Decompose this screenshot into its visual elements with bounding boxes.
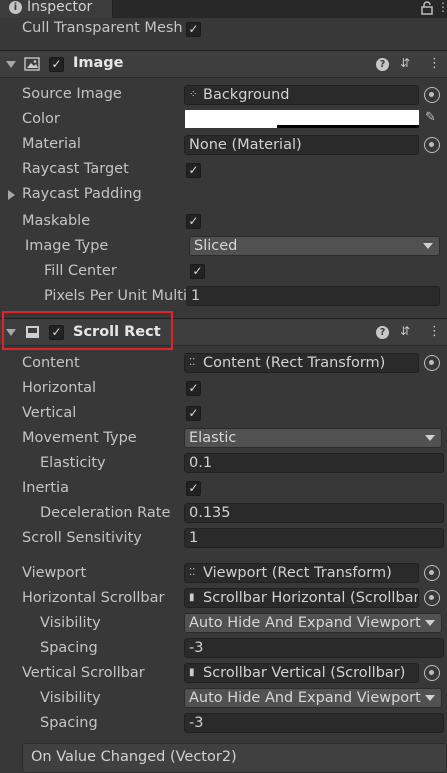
info-icon: i (9, 1, 22, 14)
image-component-icon (24, 57, 40, 71)
color-label: Color (22, 111, 60, 127)
movement-type-label: Movement Type (22, 430, 137, 446)
dropdown-arrow-icon (425, 695, 435, 701)
on-value-changed-label: On Value Changed (Vector2) (31, 749, 237, 765)
presets-icon[interactable]: ⇵ (400, 325, 413, 338)
rect-transform-icon: ⁚⁚ (189, 357, 196, 368)
eyedropper-icon[interactable]: ✎ (425, 110, 441, 126)
vertical-visibility-dropdown[interactable]: Auto Hide And Expand Viewport (184, 688, 442, 708)
movement-type-value: Elastic (189, 430, 237, 446)
deceleration-rate-field[interactable]: 0.135 (184, 503, 444, 523)
alpha-bar (277, 125, 419, 128)
image-type-label: Image Type (25, 238, 109, 254)
content-label: Content (22, 355, 80, 371)
image-enabled-checkbox[interactable]: ✓ (49, 57, 64, 72)
scrollbar-icon: ▮ (189, 667, 195, 678)
source-image-label: Source Image (22, 86, 122, 102)
horizontal-visibility-value: Auto Hide And Expand Viewport (189, 615, 421, 631)
raycast-padding-label[interactable]: Raycast Padding (22, 186, 142, 202)
fill-center-label: Fill Center (44, 263, 117, 279)
content-picker-icon[interactable] (424, 355, 440, 371)
tab-inspector-label: Inspector (27, 0, 93, 15)
dropdown-arrow-icon (425, 620, 435, 626)
vertical-label: Vertical (22, 405, 77, 421)
scroll-sensitivity-label: Scroll Sensitivity (22, 530, 142, 546)
horizontal-scrollbar-field[interactable]: ▮ Scrollbar Horizontal (Scrollbar) (184, 588, 419, 608)
component-menu-icon[interactable]: ⋮ (428, 57, 441, 71)
pixels-per-unit-label: Pixels Per Unit Multi (44, 288, 187, 304)
maskable-checkbox[interactable]: ✓ (186, 214, 201, 229)
inertia-label: Inertia (22, 480, 69, 496)
help-icon[interactable]: ? (376, 326, 389, 339)
viewport-picker-icon[interactable] (424, 565, 440, 581)
image-component-title: Image (73, 55, 124, 71)
rect-transform-icon: ⁚⁚ (189, 567, 196, 578)
kebab-menu-icon[interactable]: ⋮ (437, 0, 447, 16)
horizontal-checkbox[interactable]: ✓ (186, 381, 201, 396)
help-icon[interactable]: ? (376, 58, 389, 71)
cull-transparent-mesh-checkbox[interactable]: ✓ (186, 22, 201, 37)
tab-inspector[interactable]: i Inspector (0, 0, 113, 18)
vertical-scrollbar-field[interactable]: ▮ Scrollbar Vertical (Scrollbar) (184, 663, 419, 683)
pixels-per-unit-field[interactable]: 1 (186, 286, 440, 306)
horizontal-spacing-label: Spacing (40, 640, 98, 656)
annotation-highlight-box (2, 311, 173, 350)
horizontal-spacing-field[interactable]: -3 (184, 638, 444, 658)
scroll-sensitivity-field[interactable]: 1 (184, 528, 444, 548)
color-swatch[interactable] (185, 110, 419, 128)
image-type-value: Sliced (194, 238, 238, 254)
material-field[interactable]: None (Material) (184, 135, 419, 155)
sprite-icon: ⁘ (189, 89, 198, 100)
raycast-target-checkbox[interactable]: ✓ (186, 163, 201, 178)
deceleration-rate-label: Deceleration Rate (40, 505, 171, 521)
maskable-label: Maskable (22, 213, 91, 229)
horizontal-scrollbar-label: Horizontal Scrollbar (22, 590, 165, 606)
horizontal-label: Horizontal (22, 380, 97, 396)
source-image-value: Background (203, 87, 290, 103)
vertical-scrollbar-label: Vertical Scrollbar (22, 665, 145, 681)
on-value-changed-event[interactable]: On Value Changed (Vector2) (22, 743, 447, 773)
viewport-label: Viewport (22, 565, 87, 581)
material-picker-icon[interactable] (424, 137, 440, 153)
image-component-header[interactable]: ✓ Image ? ⇵ ⋮ (0, 50, 447, 78)
material-label: Material (22, 136, 81, 152)
content-field[interactable]: ⁚⁚ Content (Rect Transform) (184, 353, 419, 373)
lock-icon[interactable] (421, 1, 435, 15)
content-value: Content (Rect Transform) (203, 355, 386, 371)
dropdown-arrow-icon (423, 243, 433, 249)
vertical-spacing-field[interactable]: -3 (184, 713, 444, 733)
fold-arrow-icon[interactable] (6, 61, 16, 68)
viewport-field[interactable]: ⁚⁚ Viewport (Rect Transform) (184, 563, 419, 583)
vertical-checkbox[interactable]: ✓ (186, 406, 201, 421)
cull-transparent-mesh-label: Cull Transparent Mesh (22, 20, 183, 36)
component-menu-icon[interactable]: ⋮ (428, 325, 441, 339)
horizontal-visibility-dropdown[interactable]: Auto Hide And Expand Viewport (184, 613, 442, 633)
presets-icon[interactable]: ⇵ (400, 57, 413, 70)
elasticity-label: Elasticity (40, 455, 106, 471)
dropdown-arrow-icon (425, 435, 435, 441)
inertia-checkbox[interactable]: ✓ (186, 481, 201, 496)
horizontal-scrollbar-value: Scrollbar Horizontal (Scrollbar) (203, 590, 419, 606)
fill-center-checkbox[interactable]: ✓ (190, 264, 205, 279)
image-type-dropdown[interactable]: Sliced (189, 236, 440, 256)
raycast-padding-fold-icon[interactable] (8, 190, 15, 200)
scrollbar-icon: ▮ (189, 592, 195, 603)
vertical-spacing-label: Spacing (40, 715, 98, 731)
vertical-scrollbar-picker-icon[interactable] (424, 665, 440, 681)
vertical-scrollbar-value: Scrollbar Vertical (Scrollbar) (203, 665, 406, 681)
object-picker-icon[interactable] (424, 87, 440, 103)
vertical-visibility-value: Auto Hide And Expand Viewport (189, 690, 421, 706)
movement-type-dropdown[interactable]: Elastic (184, 428, 442, 448)
raycast-target-label: Raycast Target (22, 161, 129, 177)
elasticity-field[interactable]: 0.1 (184, 453, 444, 473)
source-image-field[interactable]: ⁘ Background (184, 85, 419, 105)
horizontal-visibility-label: Visibility (40, 615, 101, 631)
viewport-value: Viewport (Rect Transform) (203, 565, 392, 581)
horizontal-scrollbar-picker-icon[interactable] (424, 590, 440, 606)
vertical-visibility-label: Visibility (40, 690, 101, 706)
